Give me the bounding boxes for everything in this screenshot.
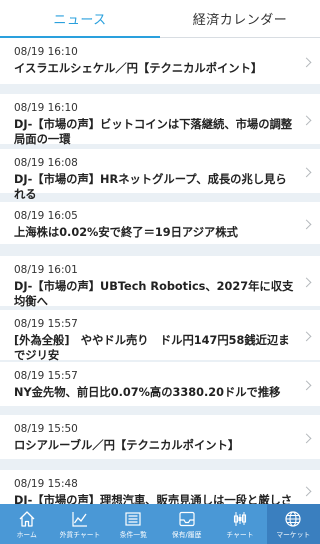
candlestick-icon	[233, 512, 247, 526]
news-time: 08/19 15:50	[14, 423, 78, 435]
home-icon	[19, 511, 35, 527]
tab-economic-calendar[interactable]: 経済カレンダー	[160, 0, 320, 37]
news-item[interactable]: 08/19 16:05 上海株は0.02%安で終了＝19日アジア株式	[0, 202, 320, 244]
news-item[interactable]: 08/19 16:10 DJ-【市場の声】ビットコインは下落継続、市場の調整局面…	[0, 94, 320, 146]
nav-holdings-history[interactable]: 保有/履歴	[160, 504, 213, 544]
news-time: 08/19 16:10	[14, 102, 78, 114]
list-icon	[125, 512, 141, 526]
news-time: 08/19 16:01	[14, 264, 78, 276]
chevron-right-icon	[301, 115, 312, 126]
news-item[interactable]: 08/19 15:50 ロシアルーブル／円【テクニカルポイント】	[0, 415, 320, 459]
nav-home[interactable]: ホーム	[0, 504, 53, 544]
news-title: 上海株は0.02%安で終了＝19日アジア株式	[14, 226, 238, 239]
nav-label: 保有/履歴	[171, 531, 202, 539]
news-time: 08/19 15:57	[14, 318, 78, 330]
chevron-right-icon	[301, 380, 312, 391]
news-time: 08/19 15:48	[14, 478, 78, 490]
inbox-icon	[179, 511, 195, 527]
news-list: 08/19 16:10 イスラエルシェケル／円【テクニカルポイント】 08/19…	[0, 38, 320, 504]
news-title: DJ-【市場の声】理想汽車、販売見通しは一段と厳しさ	[14, 494, 293, 504]
news-item[interactable]: 08/19 15:57 NY金先物、前日比0.07%高の3380.20ドルで推移	[0, 362, 320, 406]
news-item[interactable]: 08/19 16:01 DJ-【市場の声】UBTech Robotics、202…	[0, 256, 320, 308]
nav-market[interactable]: マーケット	[266, 504, 320, 544]
news-time: 08/19 15:57	[14, 370, 78, 382]
nav-condition-list[interactable]: 条件一覧	[107, 504, 160, 544]
chevron-right-icon	[301, 433, 312, 444]
chevron-right-icon	[301, 167, 312, 178]
news-item[interactable]: 08/19 16:10 イスラエルシェケル／円【テクニカルポイント】	[0, 38, 320, 84]
news-item[interactable]: 08/19 15:57 [外為全般] ややドル売り ドル円147円58銭近辺まで…	[0, 310, 320, 362]
news-title: NY金先物、前日比0.07%高の3380.20ドルで推移	[14, 386, 281, 399]
news-time: 08/19 16:08	[14, 157, 78, 169]
news-title: イスラエルシェケル／円【テクニカルポイント】	[14, 62, 263, 75]
nav-label: チャート	[226, 531, 254, 539]
chevron-right-icon	[301, 219, 312, 230]
chevron-right-icon	[301, 277, 312, 288]
nav-label: 外貨チャート	[59, 531, 101, 539]
nav-fx-chart[interactable]: 外貨チャート	[53, 504, 106, 544]
globe-icon	[285, 511, 301, 527]
nav-chart[interactable]: チャート	[213, 504, 266, 544]
news-title: DJ-【市場の声】UBTech Robotics、2027年に収支均衡へ	[14, 280, 294, 308]
news-title: DJ-【市場の声】ビットコインは下落継続、市場の調整局面の一環	[14, 118, 293, 146]
nav-label: 条件一覧	[119, 531, 147, 539]
news-title: ロシアルーブル／円【テクニカルポイント】	[14, 439, 240, 452]
news-time: 08/19 16:05	[14, 210, 78, 222]
news-time: 08/19 16:10	[14, 46, 78, 58]
nav-label: ホーム	[16, 531, 37, 539]
chevron-right-icon	[301, 486, 312, 497]
chevron-right-icon	[301, 331, 312, 342]
chevron-right-icon	[301, 57, 312, 68]
news-item[interactable]: 08/19 16:08 DJ-【市場の声】HRネットグループ、成長の兆し見られる	[0, 149, 320, 201]
news-title: DJ-【市場の声】HRネットグループ、成長の兆し見られる	[14, 173, 287, 201]
fx-chart-icon	[72, 512, 87, 527]
bottom-nav: ホーム 外貨チャート 条件一覧 保有/履歴 チャート マーケット	[0, 504, 320, 544]
news-title: [外為全般] ややドル売り ドル円147円58銭近辺までジリ安	[14, 334, 290, 362]
top-tab-bar: ニュース 経済カレンダー	[0, 0, 320, 38]
nav-label: マーケット	[276, 531, 311, 539]
news-item[interactable]: 08/19 15:48 DJ-【市場の声】理想汽車、販売見通しは一段と厳しさ	[0, 470, 320, 504]
tab-news[interactable]: ニュース	[0, 0, 160, 38]
